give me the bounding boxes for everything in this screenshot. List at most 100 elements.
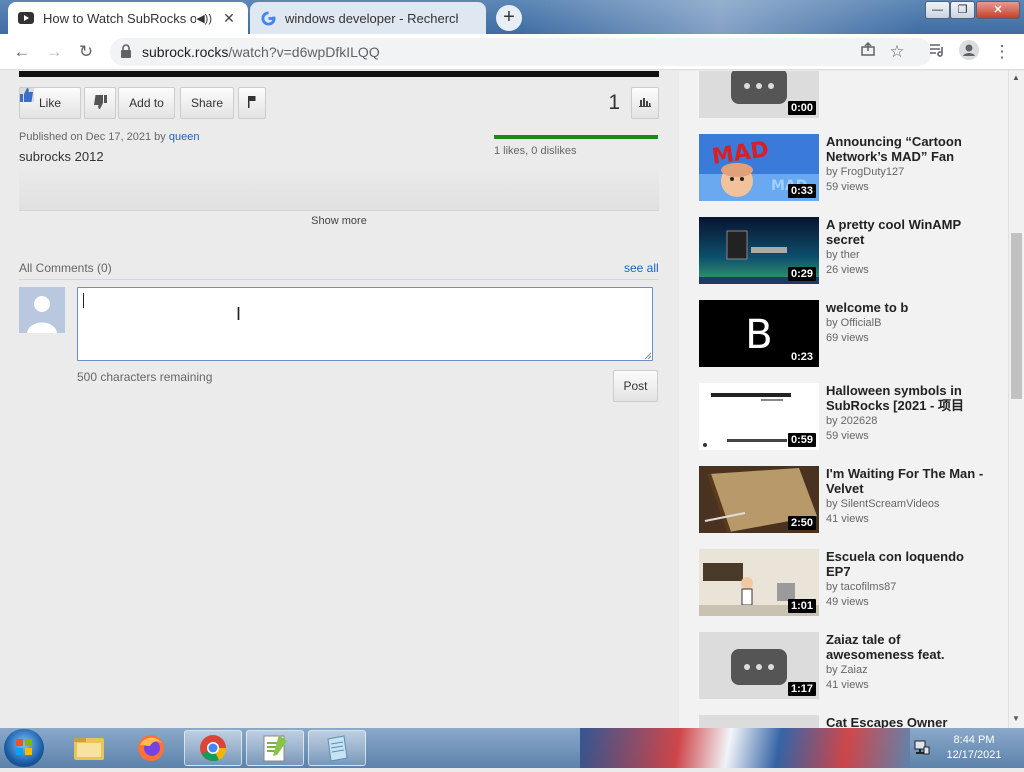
notepad-plus-plus-icon — [263, 735, 287, 762]
video-duration: 0:59 — [787, 433, 816, 447]
taskbar-chrome[interactable] — [184, 730, 242, 766]
taskbar-notepad[interactable] — [308, 730, 366, 766]
video-duration: 1:17 — [787, 682, 816, 696]
related-video-views: 59 views — [826, 430, 869, 442]
text-caret — [83, 293, 84, 308]
tab-strip: How to Watch SubRocks on ◀)) ✕ windows d… — [0, 0, 1024, 34]
video-thumbnail[interactable]: MADMAD0:33 — [699, 134, 819, 201]
back-icon[interactable]: ← — [10, 40, 34, 64]
profile-avatar-icon[interactable] — [957, 40, 981, 64]
post-comment-button[interactable]: Post — [613, 370, 658, 402]
flag-icon — [248, 95, 256, 111]
related-video-item[interactable]: Cat Escapes Ownerby cat57 views — [699, 715, 999, 728]
related-video-item[interactable]: B 0:23 welcome to b by OfficialB 69 views — [699, 300, 999, 370]
video-player-bottom[interactable] — [19, 71, 659, 77]
minimize-button[interactable]: — — [925, 1, 950, 19]
author-link[interactable]: queen — [169, 131, 200, 143]
divider — [19, 279, 659, 280]
video-thumbnail[interactable]: 2:50 — [699, 466, 819, 533]
system-clock[interactable]: 8:44 PM 12/17/2021 — [938, 733, 1010, 763]
related-video-item[interactable]: 1:17 Zaiaz tale of awesomeness feat. by Za… — [699, 632, 999, 702]
dislike-button[interactable] — [84, 87, 116, 119]
maximize-button[interactable]: ❐ — [950, 1, 975, 19]
related-video-item[interactable]: 0:59 Halloween symbols in SubRocks [2021 … — [699, 383, 999, 453]
comment-input[interactable] — [77, 287, 653, 361]
video-description: subrocks 2012 — [19, 149, 104, 164]
show-more-button[interactable]: Show more — [19, 215, 659, 227]
watch-main: Like Add to Share 1 Published on Dec 17,… — [0, 71, 678, 728]
related-video-item[interactable]: 2:50 I'm Waiting For The Man - Velvet by S… — [699, 466, 999, 536]
related-video-title[interactable]: Zaiaz tale of awesomeness feat. — [826, 632, 986, 662]
user-avatar — [19, 287, 65, 333]
windows-logo-icon — [16, 739, 32, 755]
resize-grip-icon[interactable] — [643, 351, 651, 359]
page-scrollbar[interactable]: ▲ ▼ — [1008, 71, 1024, 728]
thumbs-up-icon — [20, 88, 34, 102]
video-thumbnail[interactable]: B 0:23 — [699, 300, 819, 367]
related-video-title[interactable]: I'm Waiting For The Man - Velvet — [826, 466, 986, 496]
video-thumbnail[interactable]: 0:00 — [699, 71, 819, 118]
reload-icon[interactable]: ↻ — [74, 40, 98, 64]
tab-title: How to Watch SubRocks on — [43, 10, 197, 26]
video-duration: 2:50 — [787, 516, 816, 530]
add-to-button[interactable]: Add to — [118, 87, 175, 119]
like-button[interactable]: Like — [19, 87, 81, 119]
close-tab-icon[interactable]: ✕ — [220, 10, 238, 27]
see-all-link[interactable]: see all — [624, 261, 659, 275]
related-video-title[interactable]: welcome to b — [826, 300, 986, 315]
related-video-title[interactable]: Announcing “Cartoon Network’s MAD” Fan — [826, 134, 986, 164]
related-video-author: by SilentScreamVideos — [826, 498, 940, 510]
video-thumbnail[interactable]: 1:01 — [699, 549, 819, 616]
browser-toolbar: ← → ↻ subrock.rocks/watch?v=d6wpDfkILQQ … — [0, 34, 1024, 70]
stats-button[interactable] — [631, 87, 659, 119]
tab-google-search[interactable]: windows developer - Recherche G — [250, 2, 486, 34]
related-video-author: by 202628 — [826, 415, 878, 427]
related-video-title[interactable]: Cat Escapes Owner — [826, 715, 986, 728]
chrome-icon — [200, 735, 227, 762]
related-video-item[interactable]: 0:0059 views — [699, 71, 999, 121]
related-video-title[interactable]: Halloween symbols in SubRocks [2021 - 项目 — [826, 383, 986, 413]
menu-kebab-icon[interactable]: ⋮ — [990, 40, 1014, 64]
share-button[interactable]: Share — [180, 87, 234, 119]
taskbar-explorer[interactable] — [60, 730, 118, 766]
audio-playing-icon[interactable]: ◀)) — [196, 12, 212, 25]
video-thumbnail[interactable]: 1:17 — [699, 632, 819, 699]
start-button[interactable] — [4, 729, 44, 767]
taskbar-notepadpp[interactable] — [246, 730, 304, 766]
forward-icon[interactable]: → — [42, 40, 66, 64]
bookmark-star-icon[interactable]: ☆ — [885, 40, 909, 64]
thumbs-down-icon — [93, 94, 107, 112]
comments-heading: All Comments (0) — [19, 261, 112, 275]
related-video-views: 59 views — [826, 181, 869, 193]
scroll-down-arrow-icon[interactable]: ▼ — [1012, 714, 1020, 723]
like-ratio-bar — [494, 135, 658, 139]
url-text[interactable]: subrock.rocks/watch?v=d6wpDfkILQQ — [142, 44, 380, 60]
youtube-favicon-icon — [18, 10, 34, 26]
tab-subrocks[interactable]: How to Watch SubRocks on ◀)) ✕ — [8, 2, 248, 34]
lock-icon[interactable] — [120, 44, 132, 58]
folder-icon — [74, 738, 104, 760]
taskbar-firefox[interactable] — [122, 730, 180, 766]
network-icon[interactable] — [914, 739, 930, 755]
bar-chart-icon — [639, 96, 651, 110]
video-thumbnail[interactable]: 0:59 — [699, 383, 819, 450]
related-video-item[interactable]: MADMAD0:33Announcing “Cartoon Network’s … — [699, 134, 999, 204]
video-duration: 0:00 — [787, 101, 816, 115]
flag-button[interactable] — [238, 87, 266, 119]
scrollbar-thumb[interactable] — [1011, 233, 1022, 399]
related-video-item[interactable]: 0:29 A pretty cool WinAMP secret by ther 26… — [699, 217, 999, 287]
related-video-views: 41 views — [826, 513, 869, 525]
video-thumbnail[interactable] — [699, 715, 819, 728]
notepad-icon — [327, 735, 348, 762]
media-controls-icon[interactable] — [925, 40, 949, 64]
close-window-button[interactable]: ✕ — [976, 1, 1020, 19]
scroll-up-arrow-icon[interactable]: ▲ — [1012, 73, 1020, 82]
related-video-item[interactable]: 1:01 Escuela con loquendo EP7 by tacofilms… — [699, 549, 999, 619]
new-tab-button[interactable]: + — [496, 5, 522, 31]
address-bar[interactable]: subrock.rocks/watch?v=d6wpDfkILQQ — [110, 38, 932, 66]
share-page-icon[interactable] — [856, 40, 880, 64]
related-video-title[interactable]: A pretty cool WinAMP secret — [826, 217, 986, 247]
related-video-author: by FrogDuty127 — [826, 166, 905, 178]
video-thumbnail[interactable]: 0:29 — [699, 217, 819, 284]
related-video-title[interactable]: Escuela con loquendo EP7 — [826, 549, 986, 579]
